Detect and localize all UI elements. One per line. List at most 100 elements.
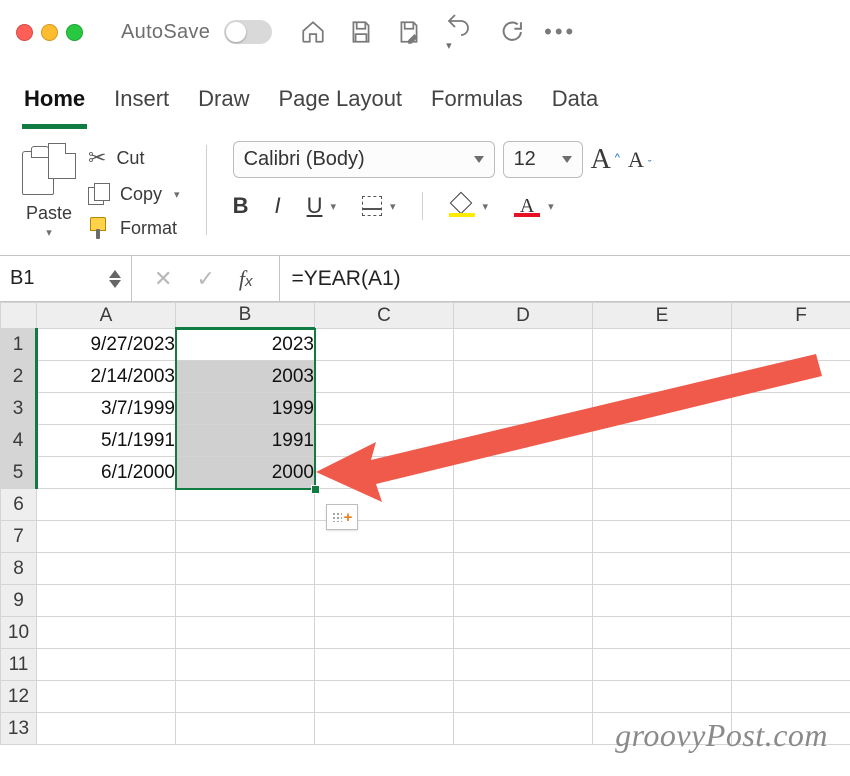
cell[interactable]: [732, 457, 850, 489]
tab-formulas[interactable]: Formulas: [429, 86, 525, 129]
tab-home[interactable]: Home: [22, 86, 87, 129]
cell[interactable]: [315, 681, 454, 713]
cell[interactable]: [37, 585, 176, 617]
tab-insert[interactable]: Insert: [112, 86, 171, 129]
cell[interactable]: [593, 393, 732, 425]
tab-page-layout[interactable]: Page Layout: [277, 86, 405, 129]
cell[interactable]: [454, 553, 593, 585]
cell[interactable]: [315, 617, 454, 649]
save-as-icon[interactable]: [396, 19, 422, 45]
cell[interactable]: 2/14/2003: [37, 361, 176, 393]
chevron-down-icon[interactable]: ▾: [174, 188, 180, 201]
cell[interactable]: [454, 393, 593, 425]
cell[interactable]: [732, 521, 850, 553]
cell[interactable]: [732, 553, 850, 585]
row-header[interactable]: 2: [1, 361, 37, 393]
font-color-button[interactable]: A▾: [514, 195, 554, 217]
cell[interactable]: [37, 681, 176, 713]
zoom-window-icon[interactable]: [66, 24, 83, 41]
cell[interactable]: [454, 489, 593, 521]
italic-button[interactable]: I: [274, 193, 280, 219]
bold-button[interactable]: B: [233, 193, 249, 219]
cell[interactable]: 6/1/2000: [37, 457, 176, 489]
cell[interactable]: [315, 457, 454, 489]
minimize-window-icon[interactable]: [41, 24, 58, 41]
cell[interactable]: [176, 585, 315, 617]
home-icon[interactable]: [300, 19, 326, 45]
cell[interactable]: [176, 681, 315, 713]
cell[interactable]: [732, 681, 850, 713]
cell[interactable]: [593, 649, 732, 681]
cell[interactable]: [732, 617, 850, 649]
row-header[interactable]: 10: [1, 617, 37, 649]
cell[interactable]: [454, 585, 593, 617]
chevron-down-icon[interactable]: ▾: [446, 40, 452, 52]
cell[interactable]: [37, 713, 176, 745]
cell[interactable]: [732, 585, 850, 617]
cell[interactable]: 5/1/1991: [37, 425, 176, 457]
cell[interactable]: [315, 713, 454, 745]
cell[interactable]: [454, 521, 593, 553]
cell[interactable]: [176, 713, 315, 745]
name-box-stepper[interactable]: [109, 270, 121, 288]
col-header-d[interactable]: D: [454, 303, 593, 329]
select-all-corner[interactable]: [1, 303, 37, 329]
cell[interactable]: [732, 489, 850, 521]
undo-icon[interactable]: ▾: [444, 10, 474, 54]
cell[interactable]: 1999: [176, 393, 315, 425]
paste-button[interactable]: Paste ▾: [22, 141, 76, 239]
autofill-options-button[interactable]: +: [326, 504, 358, 530]
col-header-c[interactable]: C: [315, 303, 454, 329]
font-name-combo[interactable]: Calibri (Body): [233, 141, 495, 178]
copy-button[interactable]: Copy▾: [88, 183, 180, 205]
autosave-toggle[interactable]: [224, 20, 272, 44]
tab-draw[interactable]: Draw: [196, 86, 251, 129]
cell[interactable]: 2023: [176, 329, 315, 361]
row-header[interactable]: 1: [1, 329, 37, 361]
cell[interactable]: [315, 553, 454, 585]
cell[interactable]: [454, 617, 593, 649]
increase-font-size-button[interactable]: A^: [591, 144, 620, 176]
cell[interactable]: [37, 649, 176, 681]
chevron-down-icon[interactable]: ▾: [548, 200, 554, 213]
format-painter-button[interactable]: Format: [88, 217, 180, 239]
cell[interactable]: [593, 457, 732, 489]
cell[interactable]: [176, 617, 315, 649]
cell[interactable]: [315, 361, 454, 393]
cell[interactable]: [732, 361, 850, 393]
row-header[interactable]: 9: [1, 585, 37, 617]
cell[interactable]: 2000: [176, 457, 315, 489]
cell[interactable]: [176, 649, 315, 681]
fill-color-button[interactable]: ▾: [449, 195, 489, 217]
formula-input[interactable]: =YEAR(A1): [279, 256, 850, 301]
cell[interactable]: [732, 329, 850, 361]
cell[interactable]: 9/27/2023: [37, 329, 176, 361]
cell[interactable]: [176, 553, 315, 585]
cell[interactable]: [732, 649, 850, 681]
cell[interactable]: [593, 553, 732, 585]
cell[interactable]: [176, 489, 315, 521]
row-header[interactable]: 11: [1, 649, 37, 681]
chevron-down-icon[interactable]: ▾: [390, 200, 396, 213]
cell[interactable]: [593, 425, 732, 457]
cell[interactable]: [37, 553, 176, 585]
col-header-b[interactable]: B: [176, 303, 315, 329]
close-window-icon[interactable]: [16, 24, 33, 41]
cell[interactable]: [454, 713, 593, 745]
cell[interactable]: [454, 681, 593, 713]
accept-formula-icon[interactable]: ✓: [196, 266, 214, 292]
cell[interactable]: [732, 425, 850, 457]
cell[interactable]: 1991: [176, 425, 315, 457]
cell[interactable]: [593, 585, 732, 617]
cell[interactable]: [37, 617, 176, 649]
cell[interactable]: [732, 393, 850, 425]
cell[interactable]: 3/7/1999: [37, 393, 176, 425]
decrease-font-size-button[interactable]: Aˇ: [628, 147, 652, 173]
fill-handle[interactable]: [311, 485, 320, 494]
row-header[interactable]: 4: [1, 425, 37, 457]
cell[interactable]: [315, 649, 454, 681]
cancel-formula-icon[interactable]: ✕: [154, 266, 172, 292]
chevron-down-icon[interactable]: ▾: [330, 200, 336, 213]
row-header[interactable]: 12: [1, 681, 37, 713]
chevron-down-icon[interactable]: ▾: [483, 200, 489, 213]
